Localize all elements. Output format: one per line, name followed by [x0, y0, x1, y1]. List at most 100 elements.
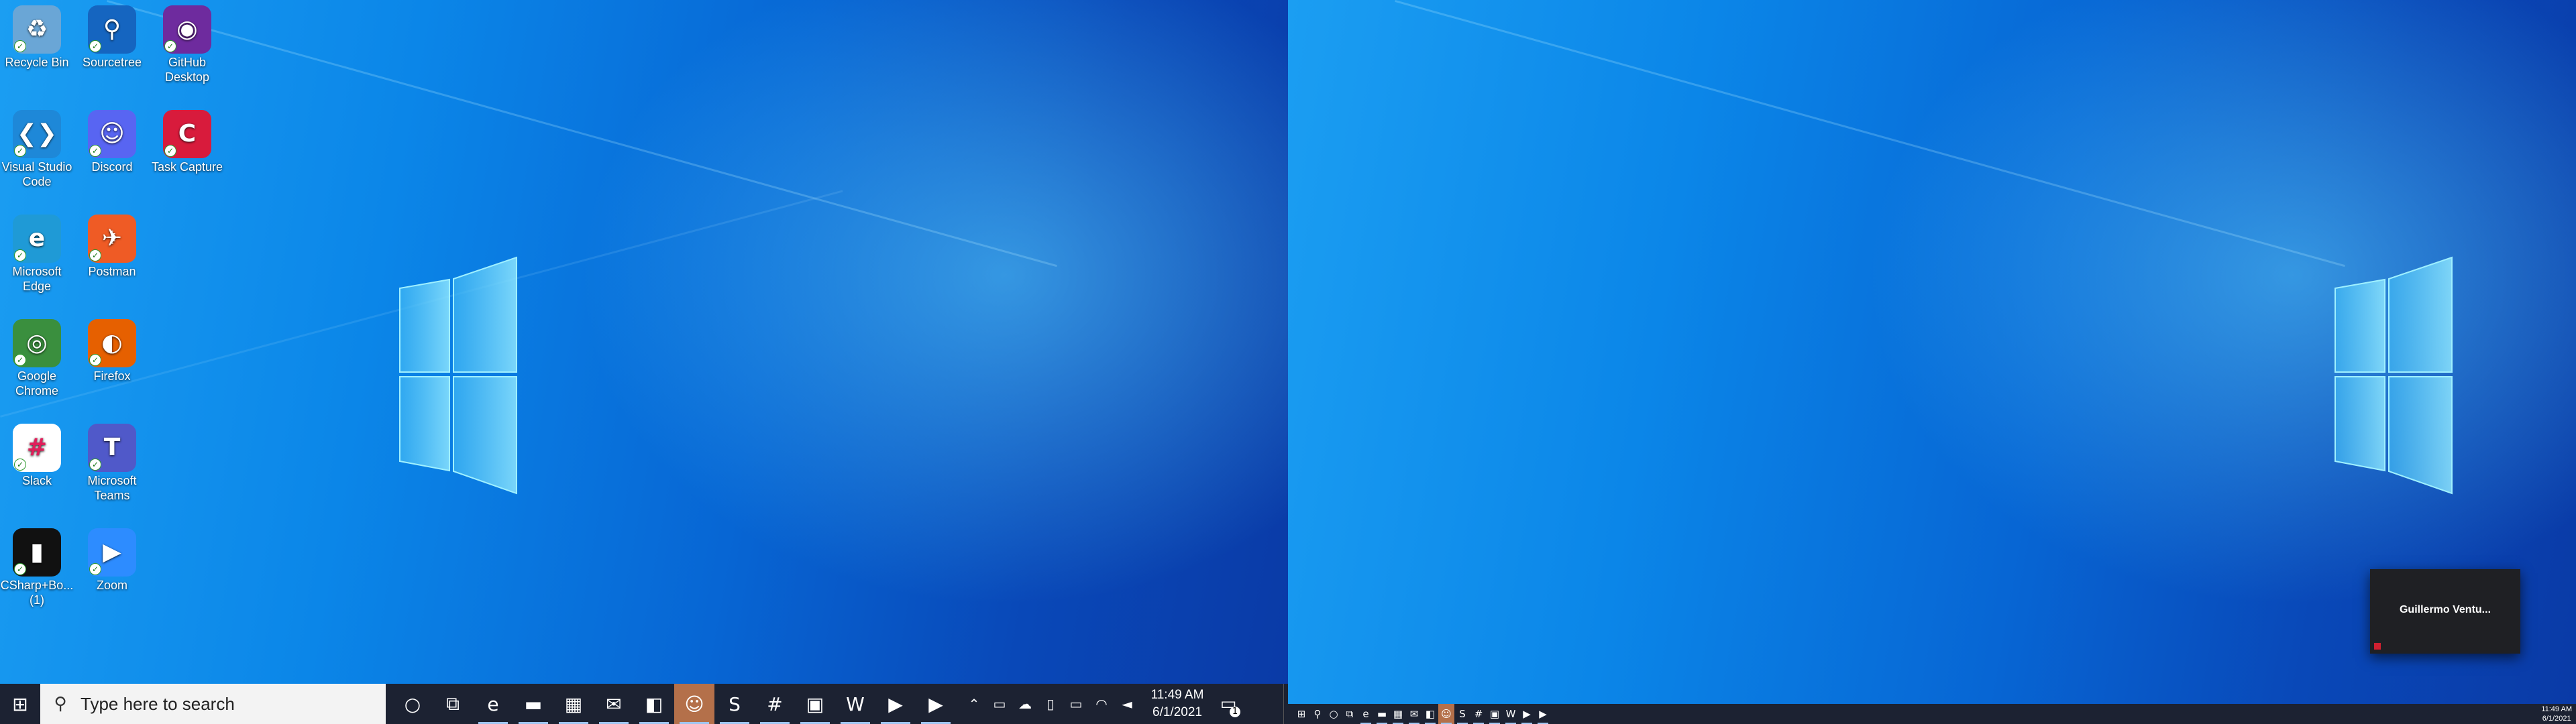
zoom-video-popup[interactable]: Guillermo Ventu... [2370, 569, 2520, 654]
desktop-icon-firefox[interactable]: ◐ ✓ Firefox [75, 315, 149, 383]
search-icon: ⚲ [54, 694, 67, 714]
discord-icon: ☺ ✓ [88, 110, 136, 158]
desktop-icon-label: Postman [88, 265, 136, 278]
sourcetree2-icon[interactable]: S [1454, 704, 1470, 724]
task-capture-icon: C ✓ [163, 110, 211, 158]
edge-icon: e ✓ [13, 215, 61, 263]
postman-icon: ✈ ✓ [88, 215, 136, 263]
clock-secondary[interactable]: 11:49 AM 6/1/2021 [2541, 705, 2572, 723]
task-view-icon[interactable]: ⧉ [433, 684, 473, 724]
meet-now-icon[interactable]: ▭ [987, 696, 1012, 712]
sync-check-icon: ✓ [14, 354, 26, 366]
sourcetree-icon: ⚲ ✓ [88, 5, 136, 54]
start2-icon[interactable]: ⊞ [1293, 704, 1309, 724]
desktop-icon-sourcetree[interactable]: ⚲ ✓ Sourcetree [75, 1, 149, 70]
file-explorer-icon[interactable]: ▬ [513, 684, 553, 724]
desktop-icon-label: Visual Studio Code [1, 160, 72, 188]
desktop-icon-vscode[interactable]: ❮❯ ✓ Visual Studio Code [0, 106, 74, 189]
monitor-primary: ♻ ✓ Recycle Bin ❮❯ ✓ Visual Studio Code e ✓ Micr… [0, 0, 1288, 724]
windows-logo-wallpaper [399, 256, 517, 495]
task-view2-icon[interactable]: ⧉ [1342, 704, 1358, 724]
slack-icon: # ✓ [13, 424, 61, 472]
search2-icon[interactable]: ⚲ [1309, 704, 1326, 724]
office2-icon[interactable]: ◧ [1422, 704, 1438, 724]
mail2-icon[interactable]: ✉ [1406, 704, 1422, 724]
teams-icon: T ✓ [88, 424, 136, 472]
battery-icon[interactable]: ▭ [1063, 696, 1089, 712]
desktop-icon-slack[interactable]: # ✓ Slack [0, 420, 74, 488]
desktop-icon-recycle-bin[interactable]: ♻ ✓ Recycle Bin [0, 1, 74, 70]
store2-icon[interactable]: ▦ [1390, 704, 1406, 724]
clock-date: 6/1/2021 [1152, 705, 1202, 719]
firefox-icon: ◐ ✓ [88, 319, 136, 367]
search-placeholder: Type here to search [80, 693, 235, 714]
action-center-button[interactable]: ▭ 1 [1212, 684, 1244, 724]
remote-desktop2-icon[interactable]: ▣ [1487, 704, 1503, 724]
zoom-icon: ▶ ✓ [88, 528, 136, 577]
recycle-bin-icon: ♻ ✓ [13, 5, 61, 54]
remote-desktop-icon[interactable]: ▣ [795, 684, 835, 724]
desktop-icon-chrome[interactable]: ◎ ✓ Google Chrome [0, 315, 74, 398]
start-button[interactable]: ⊞ [0, 684, 40, 724]
desktop-icon-edge[interactable]: e ✓ Microsoft Edge [0, 210, 74, 294]
desktop-icon-discord[interactable]: ☺ ✓ Discord [75, 106, 149, 174]
search-box[interactable]: ⚲ Type here to search [40, 684, 386, 724]
slack2-icon[interactable]: # [1470, 704, 1487, 724]
vscode-icon: ❮❯ ✓ [13, 110, 61, 158]
desktop-icon-label: Recycle Bin [5, 56, 69, 69]
desktop-icon-label: Zoom [96, 579, 127, 592]
chevron-up-icon[interactable]: ⌃ [961, 696, 987, 712]
word-icon[interactable]: W [835, 684, 875, 724]
store-icon[interactable]: ▦ [553, 684, 594, 724]
clock2-time: 11:49 AM [2541, 705, 2572, 713]
desktop-icon-github-desktop[interactable]: ◉ ✓ GitHub Desktop [150, 1, 224, 84]
csharp-book-icon: ▮ ✓ [13, 528, 61, 577]
slack-taskbar-icon[interactable]: # [755, 684, 795, 724]
cortana2-icon[interactable]: ○ [1326, 704, 1342, 724]
sync-check-icon: ✓ [14, 40, 26, 52]
desktop-icon-postman[interactable]: ✈ ✓ Postman [75, 210, 149, 279]
desktop-icon-label: Discord [91, 160, 133, 174]
volume-icon[interactable]: ◄ [1114, 696, 1140, 712]
desktop-icon-csharp-book[interactable]: ▮ ✓ CSharp+Bo... (1) [0, 524, 74, 607]
desktop-icon-label: Firefox [93, 369, 131, 383]
sync-check-icon: ✓ [164, 145, 176, 157]
edge-taskbar-icon[interactable]: e [473, 684, 513, 724]
sync-check-icon: ✓ [89, 354, 101, 366]
edge2-icon[interactable]: e [1358, 704, 1374, 724]
desktop-icon-label: Task Capture [151, 160, 223, 174]
sync-check-icon: ✓ [14, 459, 26, 471]
sync-check-icon: ✓ [89, 40, 101, 52]
desktop-icon-label: Slack [21, 474, 52, 487]
chrome-icon: ◎ ✓ [13, 319, 61, 367]
onedrive-icon[interactable]: ☁ [1012, 696, 1038, 712]
office-icon[interactable]: ◧ [634, 684, 674, 724]
zoom2-icon[interactable]: ▶ [1519, 704, 1535, 724]
file-explorer2-icon[interactable]: ▬ [1374, 704, 1390, 724]
cortana-icon[interactable]: ○ [392, 684, 433, 724]
mail-icon[interactable]: ✉ [594, 684, 634, 724]
desktop-icon-zoom[interactable]: ▶ ✓ Zoom [75, 524, 149, 593]
desktop-icon-task-capture[interactable]: C ✓ Task Capture [150, 106, 224, 174]
desktop-icon-label: CSharp+Bo... (1) [0, 579, 74, 607]
word2-icon[interactable]: W [1503, 704, 1519, 724]
show-desktop-button[interactable] [1283, 684, 1288, 724]
wifi-icon[interactable]: ◠ [1089, 696, 1114, 712]
discord2-icon[interactable]: ☺ [1438, 704, 1454, 724]
camtasia-icon[interactable]: ▶ [916, 684, 956, 724]
discord-taskbar-icon[interactable]: ☺ [674, 684, 714, 724]
camtasia2-icon[interactable]: ▶ [1535, 704, 1551, 724]
sourcetree-taskbar-icon[interactable]: S [714, 684, 755, 724]
sync-check-icon: ✓ [14, 249, 26, 261]
usb-icon[interactable]: ▯ [1038, 696, 1063, 712]
sync-check-icon: ✓ [89, 145, 101, 157]
desktop-icon-label: Microsoft Edge [12, 265, 62, 293]
windows-logo-wallpaper-2 [2334, 256, 2453, 495]
desktop-icon-label: Sourcetree [82, 56, 142, 69]
desktop-icon-teams[interactable]: T ✓ Microsoft Teams [75, 420, 149, 503]
zoom-taskbar-icon[interactable]: ▶ [875, 684, 916, 724]
clock[interactable]: 11:49 AM 6/1/2021 [1142, 686, 1212, 721]
clock2-date: 6/1/2021 [2542, 715, 2571, 723]
taskbar-secondary: ⊞ ⚲ ○ ⧉ e ▬ ▦ ✉ ◧ ☺ S # ▣ W ▶ ▶ 11:49 AM 6/1/2021 [1288, 704, 2576, 724]
participant-name: Guillermo Ventu... [2399, 604, 2491, 615]
